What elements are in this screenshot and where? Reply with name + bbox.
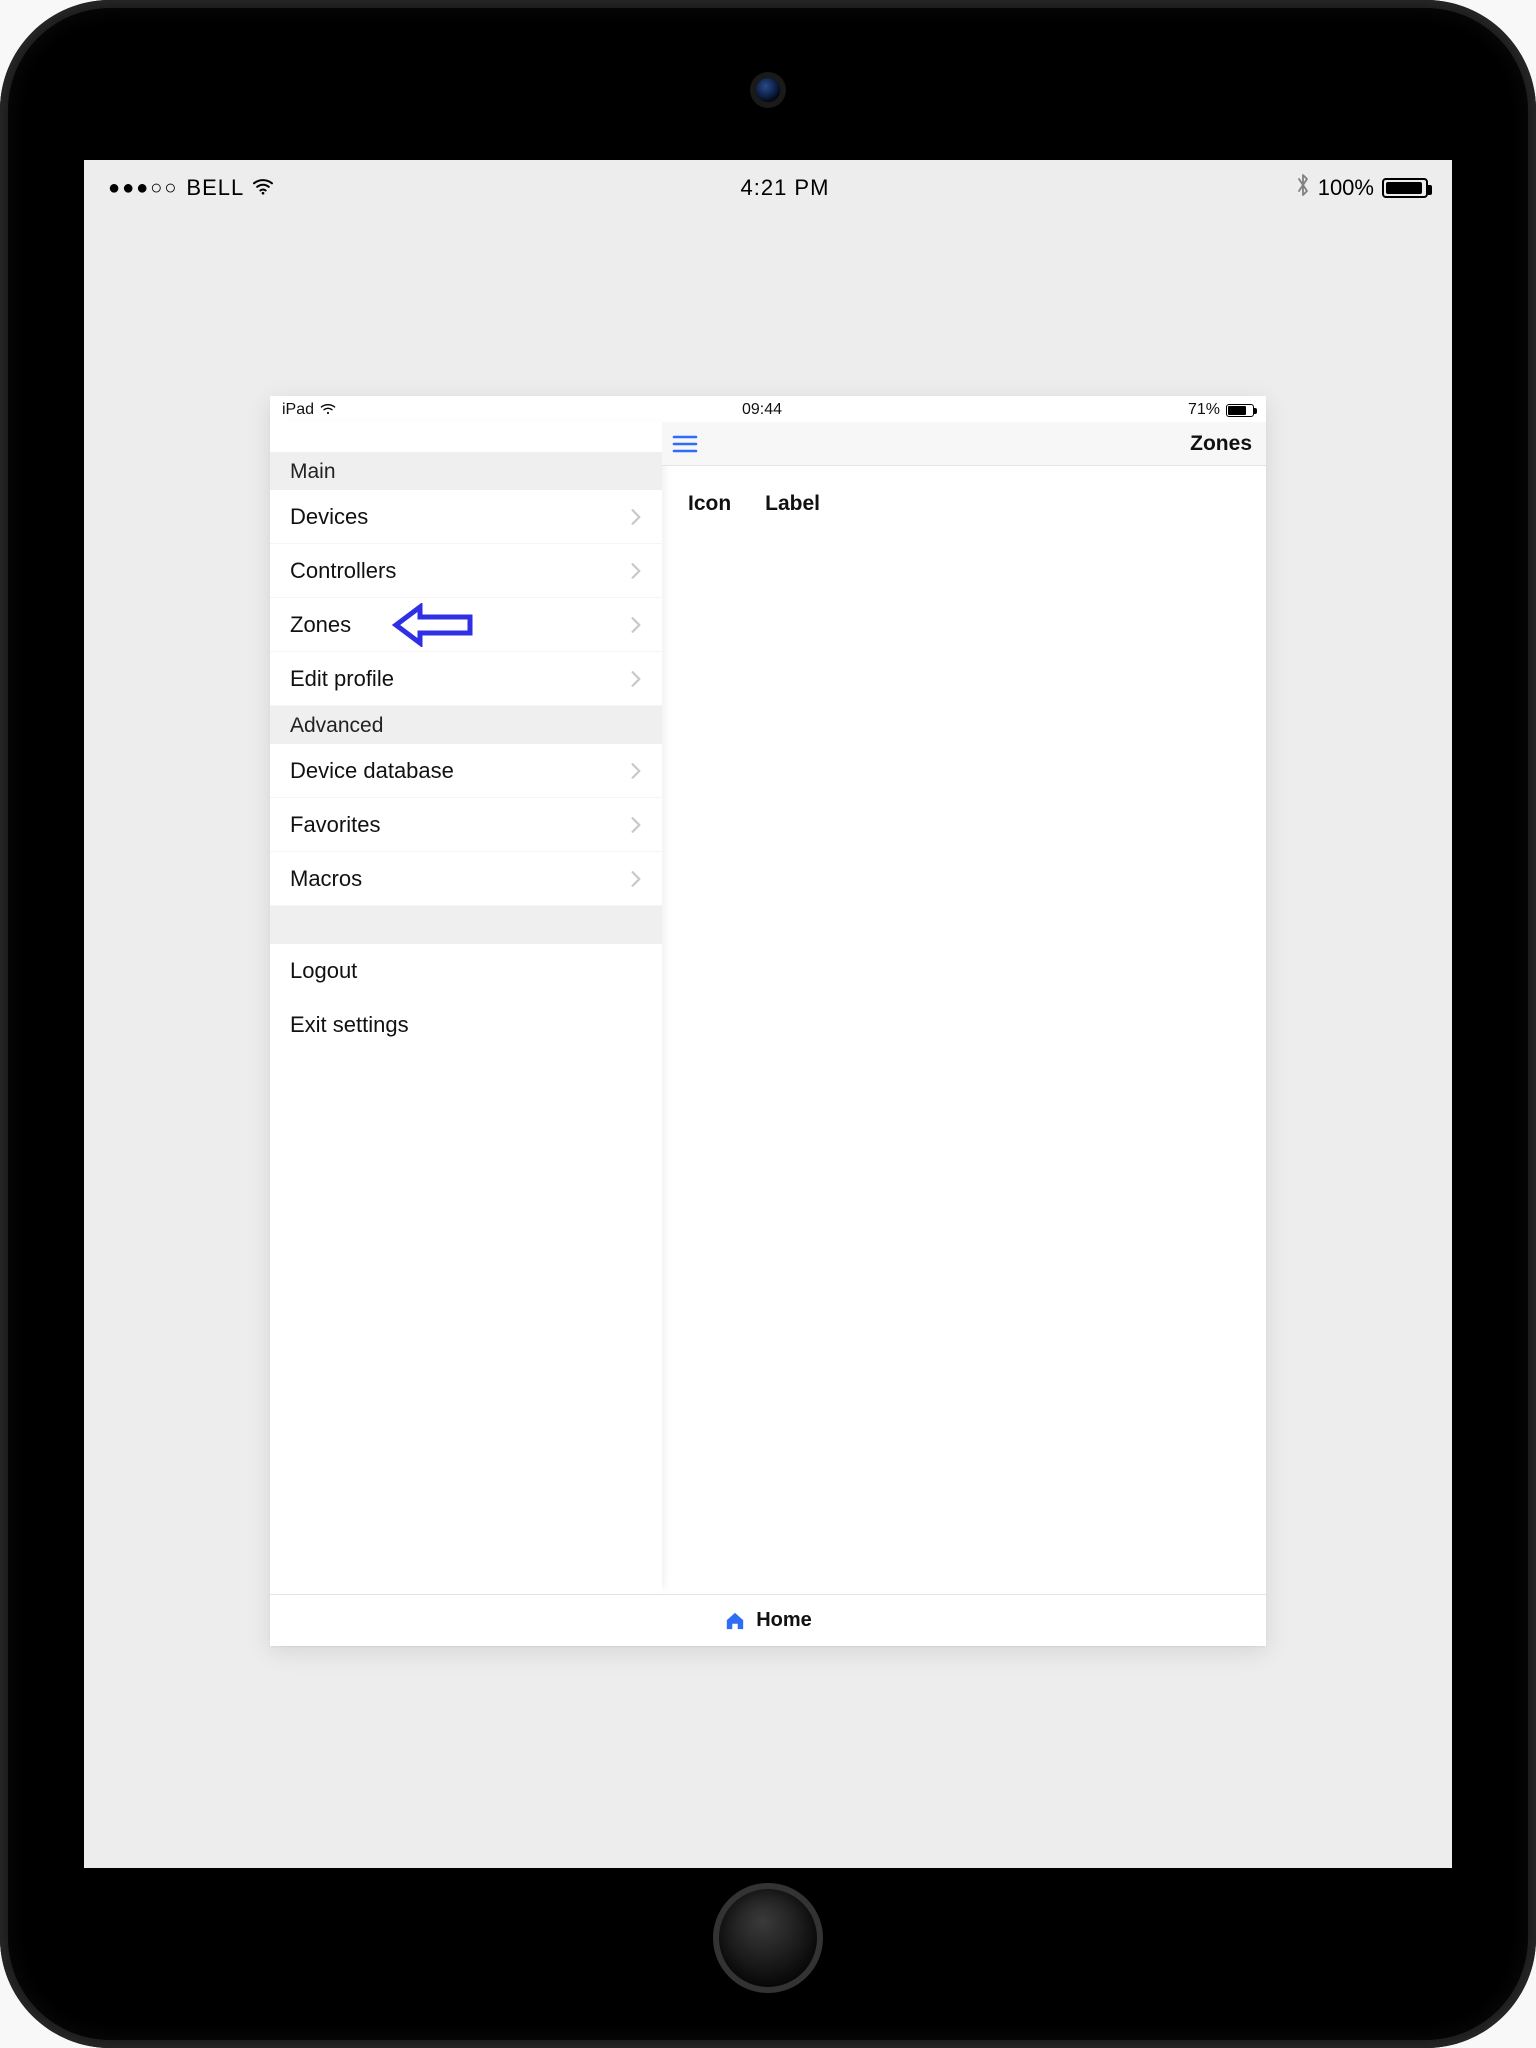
battery-percent: 100% [1318,175,1374,201]
column-headers: Icon Label [688,492,1240,516]
sidebar-item-favorites[interactable]: Favorites [270,798,662,852]
inner-status-bar: iPad 09:44 71% [270,396,1266,422]
hardware-home-button[interactable] [713,1883,823,1993]
chevron-right-icon [630,870,642,888]
sidebar-item-controllers[interactable]: Controllers [270,544,662,598]
tablet-frame: ●●●○○ BELL 4:21 PM [0,0,1536,2048]
settings-sidebar: Main Devices Controllers [270,422,662,1594]
chevron-right-icon [630,816,642,834]
sidebar-item-macros[interactable]: Macros [270,852,662,906]
sidebar-item-exit-settings[interactable]: Exit settings [270,998,662,1052]
tab-home-label[interactable]: Home [756,1609,812,1632]
sidebar-item-label: Device database [290,758,454,784]
app-window: iPad 09:44 71% [270,396,1266,1646]
signal-dots: ●●●○○ [108,177,178,200]
home-icon[interactable] [724,1611,746,1631]
sidebar-item-devices[interactable]: Devices [270,490,662,544]
screen: ●●●○○ BELL 4:21 PM [84,160,1452,1868]
outer-status-bar: ●●●○○ BELL 4:21 PM [84,160,1452,216]
carrier-label: BELL [186,175,244,201]
sidebar-item-logout[interactable]: Logout [270,944,662,998]
inner-battery-percent: 71% [1188,401,1220,419]
sidebar-item-label: Controllers [290,558,396,584]
sidebar-item-zones[interactable]: Zones [270,598,662,652]
chevron-right-icon [630,562,642,580]
sidebar-item-label: Logout [290,958,357,984]
sidebar-item-label: Exit settings [290,1012,409,1038]
section-gap [270,906,662,944]
battery-icon [1226,404,1254,417]
wifi-icon [252,177,274,199]
sidebar-item-label: Edit profile [290,666,394,692]
bluetooth-icon [1296,173,1310,203]
hamburger-icon[interactable] [672,434,698,454]
section-header-advanced: Advanced [270,706,662,744]
sidebar-item-label: Favorites [290,812,380,838]
sidebar-item-label: Zones [290,612,351,638]
device-label: iPad [282,401,314,419]
column-header-label: Label [765,492,820,516]
chevron-right-icon [630,508,642,526]
sidebar-item-label: Macros [290,866,362,892]
sidebar-item-label: Devices [290,504,368,530]
wifi-icon [320,403,336,417]
app-stage: iPad 09:44 71% [84,216,1452,1868]
chevron-right-icon [630,616,642,634]
sidebar-item-edit-profile[interactable]: Edit profile [270,652,662,706]
front-camera [756,78,780,102]
status-time: 4:21 PM [741,175,830,201]
chevron-right-icon [630,762,642,780]
battery-icon [1382,178,1428,198]
inner-time: 09:44 [742,401,782,419]
section-header-main: Main [270,452,662,490]
detail-title: Zones [1190,432,1252,456]
detail-body: Icon Label [662,466,1266,1594]
chevron-right-icon [630,670,642,688]
pointer-arrow-icon [390,603,476,647]
tab-bar: Home [270,1594,1266,1646]
detail-pane: Zones Icon Label [662,422,1266,1594]
column-header-icon: Icon [688,492,731,516]
sidebar-item-device-database[interactable]: Device database [270,744,662,798]
detail-nav-bar: Zones [662,422,1266,466]
